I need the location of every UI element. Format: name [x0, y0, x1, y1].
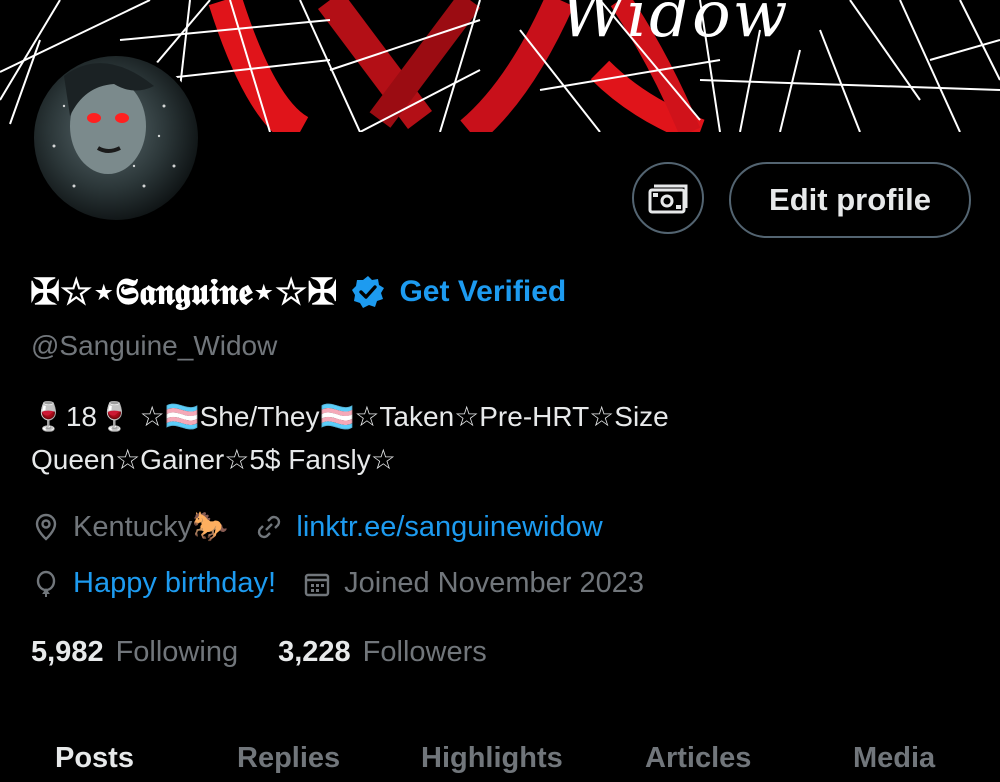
avatar[interactable]: [30, 52, 202, 224]
following-link[interactable]: 5,982 Following: [31, 636, 238, 669]
following-count: 5,982: [31, 636, 104, 668]
profile-meta-row: Kentucky🐎 linktr.ee/sanguinewidow: [31, 510, 603, 544]
location: Kentucky🐎: [73, 511, 229, 543]
followers-count: 3,228: [278, 636, 351, 668]
calendar-icon: [304, 573, 330, 596]
name-row: ✠☆⋆𝕾𝖆𝖓𝖌𝖚𝖎𝖓𝖊⋆☆✠ Get Verified: [30, 266, 566, 318]
profile-meta-row: Happy birthday! Joined November 2023: [31, 567, 644, 600]
tab-articles[interactable]: Articles: [645, 742, 751, 775]
display-name: ✠☆⋆𝕾𝖆𝖓𝖌𝖚𝖎𝖓𝖊⋆☆✠: [30, 270, 338, 313]
money-icon-button[interactable]: [632, 162, 704, 234]
bio: 🍷18🍷 ☆🏳️‍⚧️She/They🏳️‍⚧️☆Taken☆Pre-HRT☆S…: [31, 395, 971, 481]
banner-script-text: Widow: [560, 0, 790, 52]
followers-label: Followers: [362, 636, 487, 668]
bio-line: Queen☆Gainer☆5$ Fansly☆: [31, 444, 396, 475]
link-icon: [258, 515, 281, 539]
get-verified-link[interactable]: Get Verified: [399, 275, 566, 309]
tab-highlights[interactable]: Highlights: [421, 742, 563, 775]
tab-media[interactable]: Media: [853, 742, 935, 775]
edit-profile-button[interactable]: Edit profile: [729, 162, 971, 238]
following-label: Following: [115, 636, 239, 668]
balloon-icon: [36, 570, 56, 597]
bio-line: 🍷18🍷 ☆🏳️‍⚧️She/They🏳️‍⚧️☆Taken☆Pre-HRT☆S…: [31, 401, 669, 432]
follow-counts: 5,982 Following 3,228 Followers: [31, 636, 487, 669]
website-link[interactable]: linktr.ee/sanguinewidow: [296, 511, 602, 544]
avatar-image: [34, 56, 198, 220]
handle: @Sanguine_Widow: [31, 330, 278, 361]
tab-posts[interactable]: Posts: [55, 742, 134, 775]
location-pin-icon: [35, 513, 57, 541]
joined-date: Joined November 2023: [344, 567, 644, 599]
money-icon: [648, 184, 688, 214]
verified-badge-icon: [352, 276, 385, 308]
tab-replies[interactable]: Replies: [237, 742, 340, 775]
followers-link[interactable]: 3,228 Followers: [278, 636, 487, 669]
profile-tabs: Posts Replies Highlights Articles Media: [0, 742, 1000, 782]
birthday-link[interactable]: Happy birthday!: [73, 567, 276, 600]
